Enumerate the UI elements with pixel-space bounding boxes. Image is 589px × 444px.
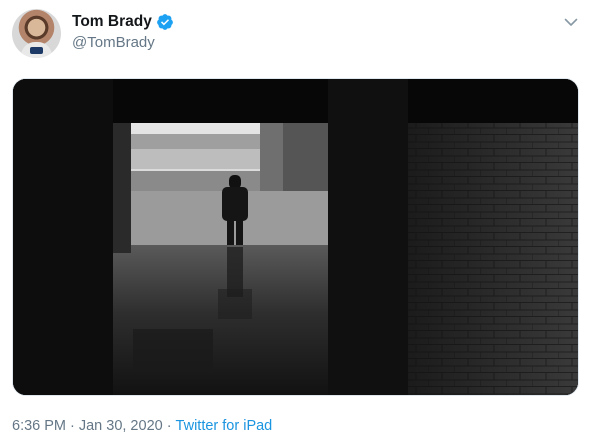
author-avatar[interactable] [12, 9, 61, 58]
tweet-date[interactable]: Jan 30, 2020 [79, 418, 163, 434]
author-name[interactable]: Tom Brady [72, 13, 152, 31]
chevron-down-icon[interactable] [563, 14, 579, 30]
verified-badge-icon [156, 14, 173, 30]
tweet-time[interactable]: 6:36 PM [12, 418, 66, 434]
tweet-source-link[interactable]: Twitter for iPad [176, 418, 273, 434]
author-name-row[interactable]: Tom Brady [72, 13, 174, 31]
tweet-metadata: 6:36 PM · Jan 30, 2020 · Twitter for iPa… [12, 418, 272, 434]
tunnel-photo-image [13, 79, 578, 395]
meta-separator: · [166, 418, 172, 434]
tweet-photo[interactable] [12, 78, 579, 396]
meta-separator: · [70, 418, 75, 434]
author-handle[interactable]: @TomBrady [72, 34, 155, 51]
avatar-logo [30, 47, 43, 54]
